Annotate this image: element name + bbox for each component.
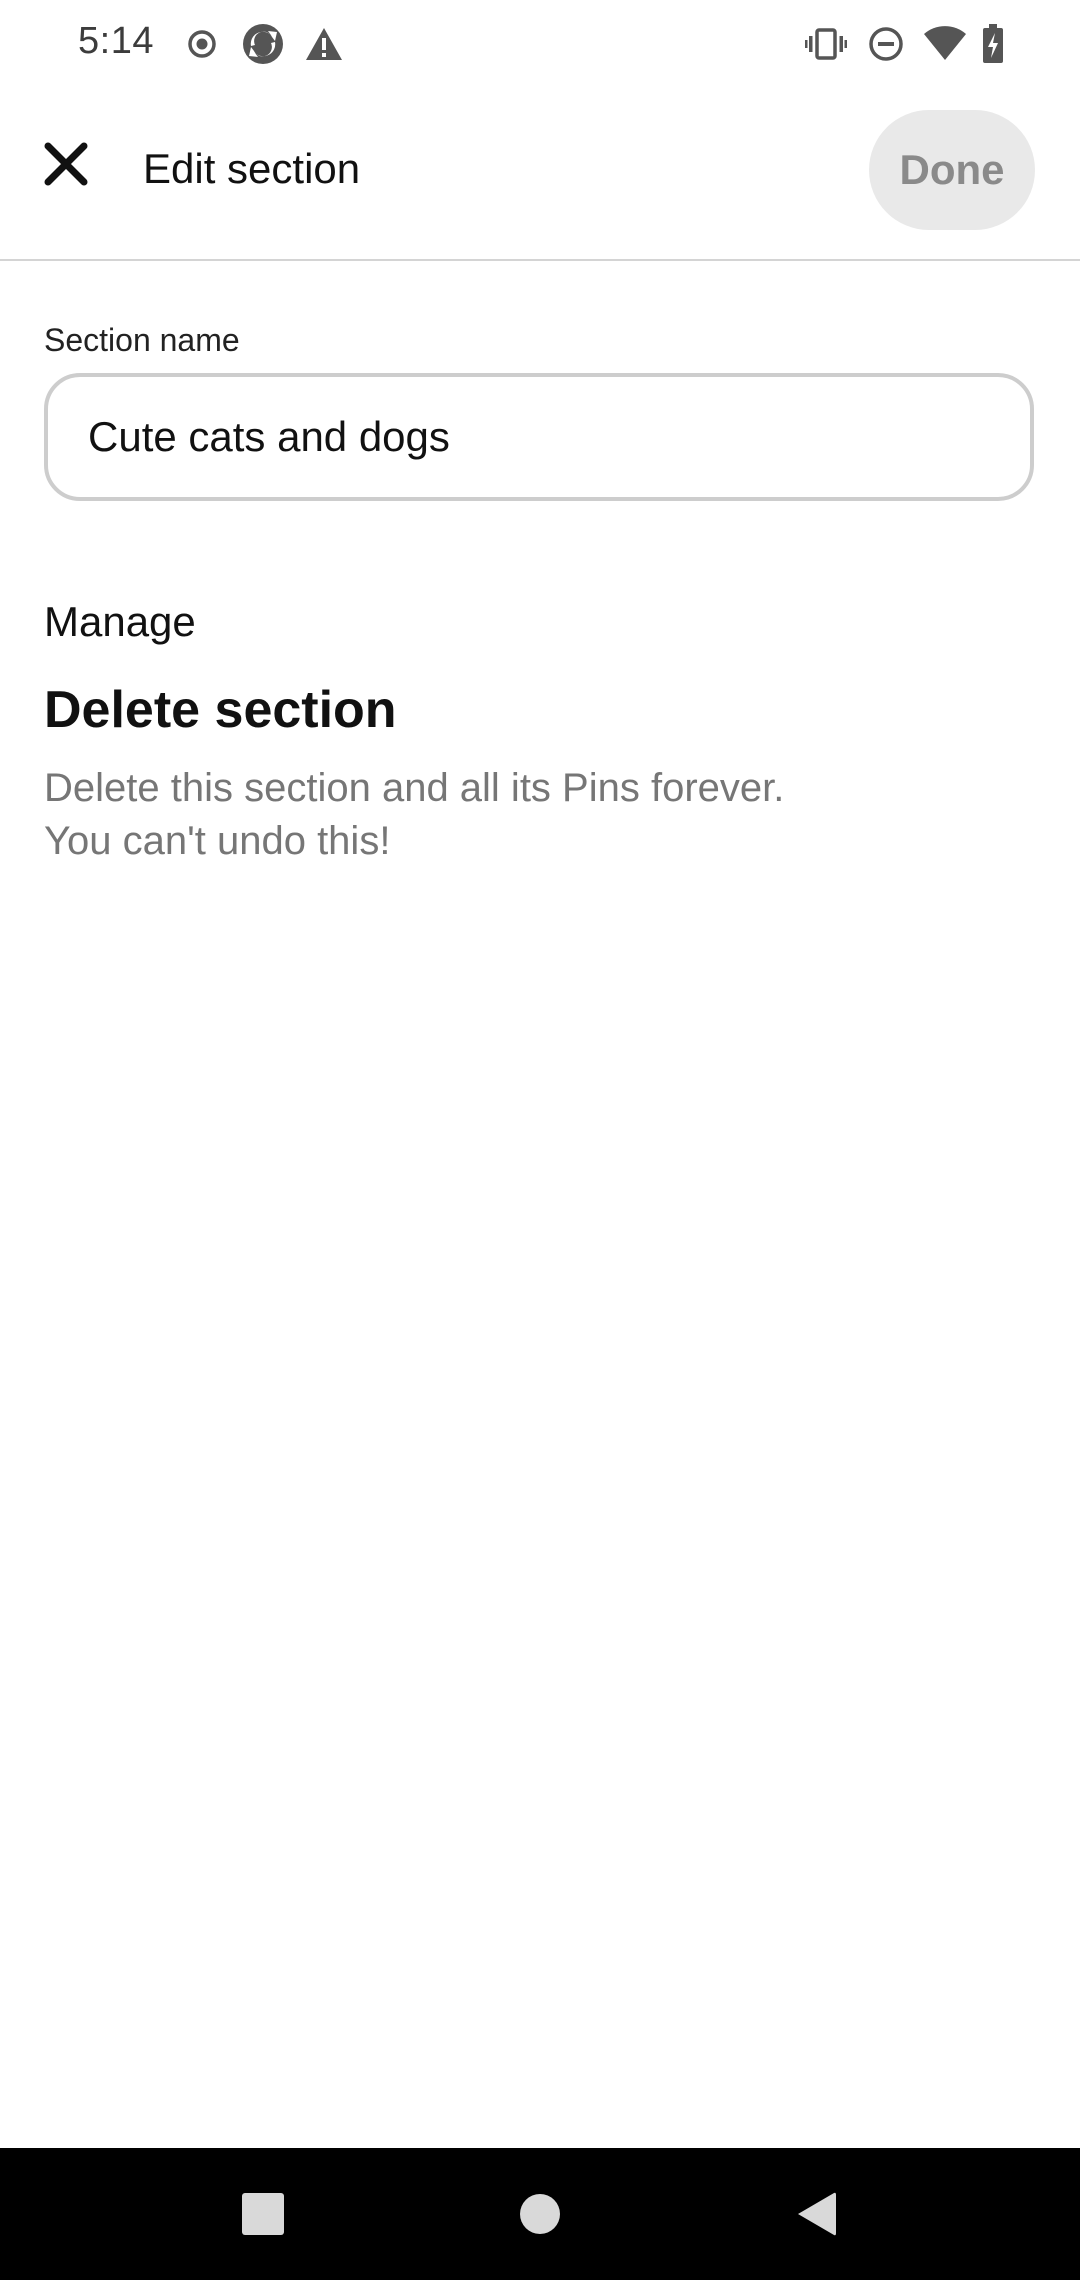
- do-not-disturb-icon: [866, 22, 906, 66]
- top-app-bar: Edit section Done: [0, 88, 1080, 261]
- vibrate-icon: [804, 22, 848, 66]
- close-icon: [44, 142, 88, 186]
- back-icon: [798, 2192, 836, 2236]
- section-name-label: Section name: [44, 322, 240, 358]
- wifi-icon: [922, 22, 968, 66]
- recents-button[interactable]: [223, 2178, 303, 2250]
- edit-section-screen: 5:14 Edit section Done Section name Cute…: [0, 0, 1080, 2280]
- delete-section-button[interactable]: Delete section: [44, 680, 397, 740]
- record-icon: [184, 22, 220, 66]
- back-button[interactable]: [776, 2178, 856, 2250]
- status-bar: 5:14: [0, 0, 1080, 88]
- close-button[interactable]: [28, 126, 104, 202]
- page-title: Edit section: [143, 145, 361, 192]
- section-name-input[interactable]: [44, 373, 1034, 501]
- status-time: 5:14: [78, 20, 154, 62]
- recents-icon: [242, 2193, 284, 2235]
- home-button[interactable]: [500, 2178, 580, 2250]
- home-icon: [520, 2194, 560, 2234]
- warning-icon: [304, 22, 344, 66]
- delete-section-description: Delete this section and all its Pins for…: [44, 766, 785, 863]
- done-button[interactable]: Done: [869, 110, 1035, 230]
- sync-icon: [240, 22, 286, 66]
- system-navigation-bar: [0, 2148, 1080, 2280]
- manage-heading: Manage: [44, 598, 196, 645]
- battery-charging-icon: [978, 22, 1008, 66]
